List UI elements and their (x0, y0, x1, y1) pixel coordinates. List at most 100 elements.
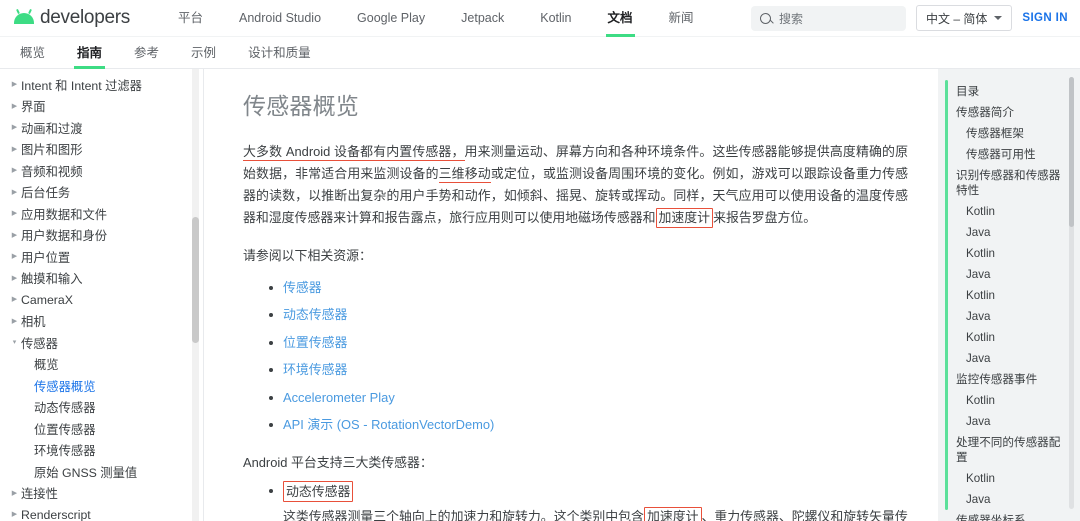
sidebar-item-user-data-identity[interactable]: ▶用户数据和身份 (0, 225, 203, 247)
sidebar-item-user-location[interactable]: ▶用户位置 (0, 246, 203, 268)
chevron-down-icon (994, 16, 1002, 20)
highlight-underline-2: 三维移动 (439, 166, 491, 183)
sidebar-item-environment-sensors[interactable]: 环境传感器 (0, 440, 203, 462)
toc-item-kotlin-3[interactable]: Kotlin (938, 285, 1080, 306)
sidebar-item-images-graphics[interactable]: ▶图片和图形 (0, 139, 203, 161)
sidebar-item-renderscript[interactable]: ▶Renderscript (0, 504, 203, 521)
toc-scrollbar[interactable] (1069, 77, 1074, 509)
desc-pre: 这类传感器测量三个轴向上的加速力和旋转力。这个类别中包含 (283, 509, 644, 521)
sidebar-item-label: Renderscript (21, 508, 91, 521)
sidebar-item-sensors[interactable]: ▾传感器 (0, 332, 203, 354)
toc-item-handle-configurations[interactable]: 处理不同的传感器配置 (938, 432, 1080, 468)
sidebar-item-sensors-overview[interactable]: 概览 (0, 354, 203, 376)
toc-item-coordinate-system[interactable]: 传感器坐标系 (938, 510, 1080, 521)
toc-item-java-4[interactable]: Java (938, 348, 1080, 369)
chevron-right-icon: ▶ (8, 511, 21, 518)
chevron-right-icon: ▶ (8, 146, 21, 153)
toc-item-kotlin-1[interactable]: Kotlin (938, 201, 1080, 222)
nav-item-news[interactable]: 新闻 (651, 0, 712, 37)
toc-item-java-5[interactable]: Java (938, 411, 1080, 432)
sidebar-item-audio-video[interactable]: ▶音频和视频 (0, 160, 203, 182)
toc-accent-bar (945, 80, 948, 510)
types-lead: Android 平台支持三大类传感器： (243, 452, 908, 471)
chevron-right-icon: ▶ (8, 232, 21, 239)
list-item: 动态传感器 这类传感器测量三个轴向上的加速力和旋转力。这个类别中包含加速度计、重… (269, 481, 908, 521)
nav-item-platform[interactable]: 平台 (160, 0, 221, 37)
logo-label: developers (40, 7, 130, 29)
primary-nav: 平台 Android Studio Google Play Jetpack Ko… (160, 0, 712, 37)
sidebar-scrollbar[interactable] (192, 69, 199, 521)
link-environment-sensors[interactable]: 环境传感器 (283, 362, 347, 377)
sidebar-item-sensors-summary[interactable]: 传感器概览 (0, 375, 203, 397)
toc-item-java-2[interactable]: Java (938, 264, 1080, 285)
nav-item-jetpack[interactable]: Jetpack (443, 0, 522, 37)
link-api-demo-rotationvector[interactable]: API 演示 (OS - RotationVectorDemo) (283, 417, 494, 432)
tab-reference[interactable]: 参考 (118, 37, 175, 69)
toc-item-kotlin-2[interactable]: Kotlin (938, 243, 1080, 264)
list-item: 动态传感器 (269, 301, 908, 328)
sidebar-item-position-sensors[interactable]: 位置传感器 (0, 418, 203, 440)
intro-text-6: 来报告罗盘方位。 (713, 210, 816, 225)
toc-item-java-3[interactable]: Java (938, 306, 1080, 327)
toc-item-kotlin-4[interactable]: Kotlin (938, 327, 1080, 348)
link-motion-sensors[interactable]: 动态传感器 (283, 307, 347, 322)
list-item: Accelerometer Play (269, 384, 908, 411)
sidebar-item-raw-gnss[interactable]: 原始 GNSS 测量值 (0, 461, 203, 483)
toc-heading: 目录 (938, 81, 1080, 102)
resources-lead: 请参阅以下相关资源： (243, 245, 908, 264)
sidebar-item-label: CameraX (21, 293, 73, 307)
android-developers-logo[interactable]: developers (0, 7, 160, 29)
left-sidebar-nav[interactable]: ▶Intent 和 Intent 过滤器 ▶界面 ▶动画和过渡 ▶图片和图形 ▶… (0, 69, 203, 521)
section-tabs: 概览 指南 参考 示例 设计和质量 (0, 37, 1080, 69)
sensor-type-list: 动态传感器 这类传感器测量三个轴向上的加速力和旋转力。这个类别中包含加速度计、重… (243, 481, 908, 521)
sign-in-button[interactable]: SIGN IN (1022, 12, 1068, 24)
search-box[interactable]: 搜索 (751, 6, 906, 31)
tab-guides[interactable]: 指南 (61, 37, 118, 69)
main-content: 传感器概览 大多数 Android 设备都有内置传感器，用来测量运动、屏幕方向和… (203, 69, 938, 521)
chevron-right-icon: ▶ (8, 210, 21, 217)
sidebar-item-motion-sensors[interactable]: 动态传感器 (0, 397, 203, 419)
sidebar-item-label: 后台任务 (21, 183, 70, 201)
sidebar-item-label: Intent 和 Intent 过滤器 (21, 76, 142, 94)
sidebar-item-intents[interactable]: ▶Intent 和 Intent 过滤器 (0, 74, 203, 96)
sidebar-item-app-data-files[interactable]: ▶应用数据和文件 (0, 203, 203, 225)
link-position-sensors[interactable]: 位置传感器 (283, 335, 347, 350)
link-sensors[interactable]: 传感器 (283, 280, 322, 295)
tab-overview[interactable]: 概览 (4, 37, 61, 69)
highlight-box-motion-sensors: 动态传感器 (283, 481, 353, 502)
search-input[interactable]: 搜索 (779, 10, 803, 27)
nav-item-docs[interactable]: 文档 (590, 0, 651, 37)
chevron-right-icon: ▶ (8, 253, 21, 260)
tab-design-quality[interactable]: 设计和质量 (232, 37, 327, 69)
sidebar-item-ui[interactable]: ▶界面 (0, 96, 203, 118)
nav-item-google-play[interactable]: Google Play (339, 0, 443, 37)
nav-item-android-studio[interactable]: Android Studio (221, 0, 339, 37)
sidebar-scrollbar-thumb[interactable] (192, 217, 199, 343)
sidebar-item-camerax[interactable]: ▶CameraX (0, 289, 203, 311)
sidebar-item-background-tasks[interactable]: ▶后台任务 (0, 182, 203, 204)
toc-item-availability[interactable]: 传感器可用性 (938, 144, 1080, 165)
toc-item-kotlin-6[interactable]: Kotlin (938, 468, 1080, 489)
toc-item-kotlin-5[interactable]: Kotlin (938, 390, 1080, 411)
language-selector[interactable]: 中文 – 简体 (916, 5, 1012, 31)
chevron-right-icon: ▶ (8, 189, 21, 196)
chevron-right-icon: ▶ (8, 124, 21, 131)
sidebar-item-connectivity[interactable]: ▶连接性 (0, 483, 203, 505)
table-of-contents: 目录 传感器简介 传感器框架 传感器可用性 识别传感器和传感器特性 Kotlin… (938, 69, 1080, 521)
page-title: 传感器概览 (243, 87, 908, 121)
toc-item-identify-sensors[interactable]: 识别传感器和传感器特性 (938, 165, 1080, 201)
sidebar-item-camera[interactable]: ▶相机 (0, 311, 203, 333)
nav-item-kotlin[interactable]: Kotlin (522, 0, 589, 37)
toc-item-framework[interactable]: 传感器框架 (938, 123, 1080, 144)
tab-samples[interactable]: 示例 (175, 37, 232, 69)
toc-item-intro[interactable]: 传感器简介 (938, 102, 1080, 123)
sidebar-item-animations[interactable]: ▶动画和过渡 (0, 117, 203, 139)
list-item: 位置传感器 (269, 329, 908, 356)
toc-item-monitor-events[interactable]: 监控传感器事件 (938, 369, 1080, 390)
toc-item-java-1[interactable]: Java (938, 222, 1080, 243)
toc-scrollbar-thumb[interactable] (1069, 77, 1074, 227)
toc-item-java-6[interactable]: Java (938, 489, 1080, 510)
chevron-down-icon: ▾ (8, 339, 21, 346)
link-accelerometer-play[interactable]: Accelerometer Play (283, 390, 395, 405)
sidebar-item-touch-input[interactable]: ▶触摸和输入 (0, 268, 203, 290)
